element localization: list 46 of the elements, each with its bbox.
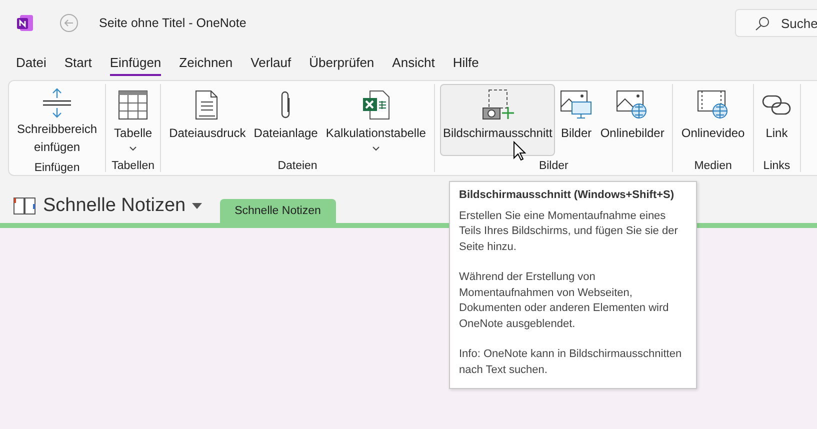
dropdown-icon [192,203,202,209]
menu-tab[interactable]: Verlauf [242,50,300,76]
picture-globe-icon [616,90,648,120]
app-logo-icon [16,14,34,32]
section-tab[interactable]: Schnelle Notizen [220,199,336,223]
group-label: Links [763,160,790,172]
ribbon-button[interactable]: Link [758,84,795,156]
ribbon-button[interactable]: Tabelle [111,84,156,156]
menu-tab[interactable]: Start [55,50,101,76]
group-label: Bilder [538,160,568,172]
back-icon[interactable] [59,13,79,33]
menu-tab[interactable]: Einfügen [100,50,170,76]
ribbon-button[interactable]: Bilder [557,84,596,156]
tooltip-text: Erstellen Sie eine Momentaufnahme eines Teils Ihres Bildschirms, und fügen Sie sie der Seite hinzu. [459,208,679,254]
picture-icon [560,90,592,120]
table-icon [118,90,148,120]
spreadsheet-icon [362,90,390,120]
link-icon [762,93,792,117]
window-title: Seite ohne Titel - OneNote [99,16,246,30]
menu-tab[interactable]: Datei [7,50,56,76]
ribbon-button[interactable]: Onlinebilder [597,84,668,156]
tooltip-title: Bildschirmausschnitt (Windows+Shift+S) [459,188,676,203]
writing-space-icon [42,87,72,119]
menu-tab[interactable]: Hilfe [444,50,488,76]
ribbon-button[interactable]: Kalkulationstabelle [322,84,429,156]
notebook-icon [13,196,37,216]
ribbon-button[interactable]: Schreibbereich einfügen [14,84,100,158]
ribbon-button[interactable]: Onlinevideo [678,84,748,156]
menu-tab[interactable]: Ansicht [383,50,444,76]
search-icon [755,16,770,31]
group-label: Einfügen [34,162,80,174]
mouse-cursor-icon [512,141,526,161]
notebook-selector[interactable]: Schnelle Notizen [13,195,202,217]
video-globe-icon [697,90,730,120]
document-icon [195,90,220,120]
menu-tab[interactable]: Zeichnen [170,50,242,76]
group-label: Tabellen [112,160,154,172]
ribbon-button[interactable]: Dateianlage [250,84,321,156]
group-label: Medien [694,160,732,172]
search-field[interactable]: Suche [735,9,817,37]
group-label: Dateien [278,160,318,172]
camera-icon [480,89,515,121]
tooltip-text: Info: OneNote kann in Bildschirmausschnitten nach Text suchen. [459,347,683,378]
menu-tab[interactable]: Überprüfen [300,50,384,76]
ribbon-button[interactable]: Dateiausdruck [166,84,249,156]
tooltip-text: Während der Erstellung von Momentaufnahmen von Webseiten, Dokumenten oder anderen Elementen wird OneNote ausgeblendet. [459,270,670,332]
